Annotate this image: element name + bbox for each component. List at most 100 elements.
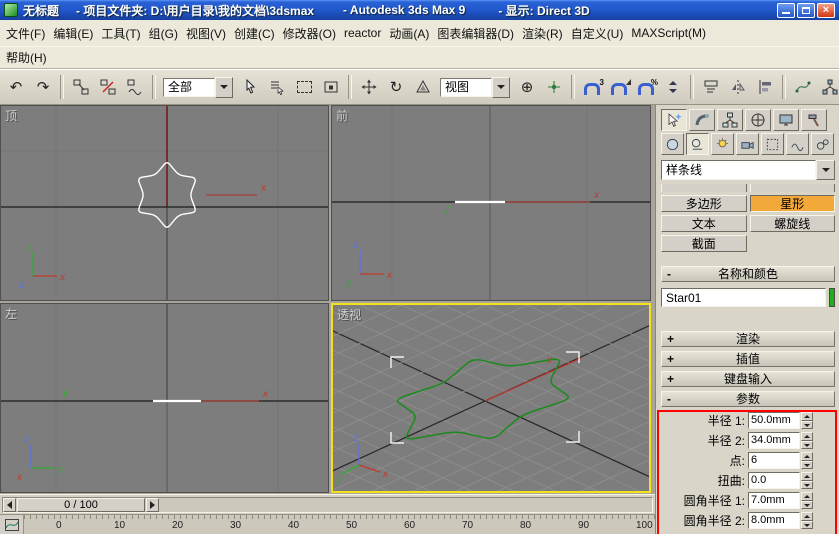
dropdown-arrow-icon[interactable]	[816, 160, 835, 180]
spinner-down-icon[interactable]	[801, 520, 813, 529]
snaps-toggle-button[interactable]: 3	[579, 73, 605, 101]
viewport-left-label[interactable]: 左	[5, 305, 17, 322]
close-button[interactable]: ×	[817, 2, 835, 18]
menu-item[interactable]: 工具(T)	[97, 23, 144, 44]
menu-item[interactable]: 创建(C)	[230, 23, 279, 44]
object-type-button[interactable]: 截面	[661, 235, 747, 252]
spinner-down-icon[interactable]	[801, 420, 813, 429]
menu-item[interactable]: 组(G)	[145, 23, 182, 44]
object-type-button[interactable]: 星形	[749, 195, 835, 212]
select-and-manipulate-button[interactable]	[541, 73, 567, 101]
category-geometry-button[interactable]	[661, 133, 684, 155]
spinner-down-icon[interactable]	[801, 440, 813, 449]
tab-display[interactable]	[773, 109, 799, 131]
maximize-button[interactable]	[797, 2, 815, 18]
time-slider-handle[interactable]: 0 / 100	[17, 497, 145, 512]
viewport-front-label[interactable]: 前	[336, 107, 348, 124]
spinner-snap-toggle-button[interactable]	[660, 73, 686, 101]
parameter-spinner[interactable]	[801, 452, 813, 469]
time-step-forward-button[interactable]	[146, 497, 159, 512]
align-button[interactable]	[752, 73, 778, 101]
rollout-parameters[interactable]: - 参数	[661, 391, 835, 407]
object-name-input[interactable]	[661, 288, 826, 307]
object-color-swatch[interactable]	[829, 288, 835, 307]
parameter-value-field[interactable]: 7.0mm	[748, 492, 800, 509]
spinner-up-icon[interactable]	[801, 512, 813, 521]
undo-button[interactable]: ↶	[3, 73, 29, 101]
object-type-button-clipped[interactable]	[661, 184, 747, 192]
object-type-button-clipped[interactable]	[749, 184, 835, 192]
time-step-back-button[interactable]	[3, 497, 16, 512]
menu-item[interactable]: 动画(A)	[385, 23, 433, 44]
spinner-up-icon[interactable]	[801, 492, 813, 501]
spline-category-dropdown[interactable]: 样条线	[661, 160, 835, 180]
menu-item[interactable]: 编辑(E)	[49, 23, 97, 44]
spinner-up-icon[interactable]	[801, 432, 813, 441]
spinner-up-icon[interactable]	[801, 412, 813, 421]
bind-to-space-warp-button[interactable]	[122, 73, 148, 101]
tab-modify[interactable]	[689, 109, 715, 131]
menu-item[interactable]: 文件(F)	[2, 23, 49, 44]
category-helpers-button[interactable]	[761, 133, 784, 155]
select-object-button[interactable]	[237, 73, 263, 101]
parameter-spinner[interactable]	[801, 472, 813, 489]
category-cameras-button[interactable]	[736, 133, 759, 155]
select-and-rotate-button[interactable]: ↻	[383, 73, 409, 101]
select-and-link-button[interactable]	[68, 73, 94, 101]
menu-item[interactable]: 自定义(U)	[567, 23, 628, 44]
tab-hierarchy[interactable]	[717, 109, 743, 131]
unlink-selection-button[interactable]	[95, 73, 121, 101]
viewport-perspective[interactable]: 透视 x z x y	[331, 303, 651, 493]
menu-item[interactable]: 帮助(H)	[2, 47, 51, 68]
object-type-button[interactable]: 螺旋线	[749, 215, 835, 232]
category-systems-button[interactable]	[811, 133, 834, 155]
viewport-left[interactable]: 左 x y z y x	[0, 303, 329, 493]
dropdown-arrow-icon[interactable]	[215, 76, 233, 98]
spinner-up-icon[interactable]	[801, 472, 813, 481]
edit-named-selection-sets-button[interactable]	[698, 73, 724, 101]
dropdown-arrow-icon[interactable]	[492, 76, 510, 98]
use-pivot-point-center-button[interactable]: ⊕	[514, 73, 540, 101]
rollout-name-and-color[interactable]: - 名称和颜色	[661, 266, 835, 282]
percent-snap-toggle-button[interactable]: %	[633, 73, 659, 101]
parameter-spinner[interactable]	[801, 412, 813, 429]
mirror-button[interactable]	[725, 73, 751, 101]
menu-item[interactable]: 视图(V)	[182, 23, 230, 44]
rectangular-selection-region-button[interactable]	[291, 73, 317, 101]
viewport-top-label[interactable]: 顶	[5, 107, 17, 124]
selection-filter-dropdown[interactable]: 全部	[163, 76, 233, 98]
redo-button[interactable]: ↷	[30, 73, 56, 101]
parameter-value-field[interactable]: 34.0mm	[748, 432, 800, 449]
parameter-value-field[interactable]: 8.0mm	[748, 512, 800, 529]
parameter-spinner[interactable]	[801, 512, 813, 529]
trackbar-ruler[interactable]: 0 10 20 30 40 50 60 70 80 90 100	[24, 515, 655, 534]
schematic-view-button[interactable]	[817, 73, 839, 101]
curve-editor-button[interactable]	[790, 73, 816, 101]
rollout-interpolation[interactable]: + 插值	[661, 351, 835, 367]
parameter-spinner[interactable]	[801, 432, 813, 449]
parameter-value-field[interactable]: 50.0mm	[748, 412, 800, 429]
menu-item[interactable]: 图表编辑器(D)	[433, 23, 518, 44]
tab-create[interactable]	[661, 109, 687, 131]
rollout-keyboard-entry[interactable]: + 键盘输入	[661, 371, 835, 387]
select-and-scale-button[interactable]	[410, 73, 436, 101]
reference-coordinate-dropdown[interactable]: 视图	[440, 76, 510, 98]
angle-snap-toggle-button[interactable]	[606, 73, 632, 101]
rollout-rendering[interactable]: + 渲染	[661, 331, 835, 347]
mini-curve-editor-button[interactable]	[0, 515, 24, 534]
tab-motion[interactable]	[745, 109, 771, 131]
parameter-value-field[interactable]: 6	[748, 452, 800, 469]
tab-utilities[interactable]	[801, 109, 827, 131]
viewport-front[interactable]: 前 x y z x y	[331, 105, 651, 301]
viewport-perspective-label[interactable]: 透视	[337, 306, 361, 323]
menu-item[interactable]: 渲染(R)	[518, 23, 567, 44]
category-space-warps-button[interactable]	[786, 133, 809, 155]
menu-item[interactable]: 修改器(O)	[279, 23, 340, 44]
menu-item[interactable]: reactor	[340, 24, 385, 42]
parameter-value-field[interactable]: 0.0	[748, 472, 800, 489]
spinner-down-icon[interactable]	[801, 500, 813, 509]
object-type-button[interactable]: 文本	[661, 215, 747, 232]
parameter-spinner[interactable]	[801, 492, 813, 509]
minimize-button[interactable]	[777, 2, 795, 18]
spinner-down-icon[interactable]	[801, 480, 813, 489]
